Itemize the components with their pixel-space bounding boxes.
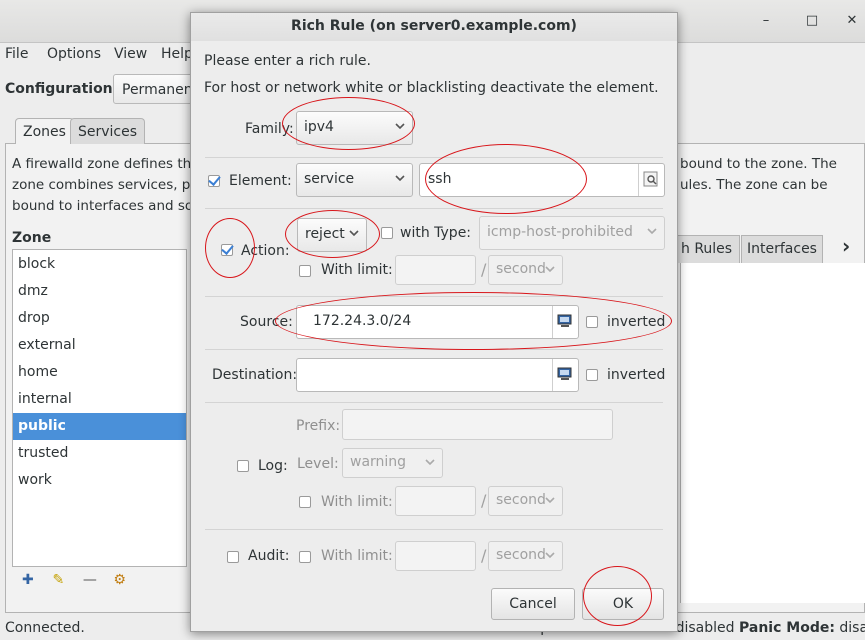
close-icon[interactable]: ✕: [843, 12, 861, 30]
with-type-checkbox[interactable]: [381, 227, 393, 239]
chevron-down-icon: [545, 495, 555, 505]
chevron-down-icon: [395, 173, 405, 183]
load-defaults-icon[interactable]: ⚙: [113, 572, 133, 588]
source-label: Source:: [240, 314, 293, 330]
action-label: Action:: [241, 243, 290, 259]
chevron-down-icon: [395, 121, 405, 131]
add-icon[interactable]: ✚: [22, 572, 42, 588]
audit-limit-checkbox[interactable]: [299, 551, 311, 563]
log-limit-unit-select[interactable]: second: [488, 486, 563, 516]
chevron-down-icon: [545, 264, 555, 274]
separator: [205, 157, 663, 158]
separator: [205, 529, 663, 530]
zone-list[interactable]: block dmz drop external home internal pu…: [12, 249, 187, 567]
zone-item-work[interactable]: work: [13, 467, 186, 494]
element-type-select[interactable]: service: [296, 163, 413, 197]
zone-description-left: A firewalld zone defines the zone combin…: [12, 156, 202, 214]
slash-divider: /: [481, 546, 487, 565]
action-checkbox[interactable]: [221, 244, 233, 256]
audit-limit-entry[interactable]: [395, 541, 476, 571]
tab-services[interactable]: Services: [70, 118, 146, 144]
minimize-icon[interactable]: –: [757, 12, 775, 30]
separator: [205, 402, 663, 403]
audit-checkbox[interactable]: [227, 551, 239, 563]
with-limit-label: With limit:: [321, 262, 393, 278]
element-label: Element:: [229, 173, 292, 189]
element-checkbox[interactable]: [208, 175, 220, 187]
zone-item-public[interactable]: public: [13, 413, 186, 440]
action-limit-checkbox[interactable]: [299, 265, 311, 277]
zone-item-internal[interactable]: internal: [13, 386, 186, 413]
zone-heading: Zone: [12, 230, 52, 246]
log-limit-checkbox[interactable]: [299, 496, 311, 508]
tab-rich-rules[interactable]: h Rules: [675, 235, 740, 263]
log-limit-entry[interactable]: [395, 486, 476, 516]
zone-item-block[interactable]: block: [13, 251, 186, 278]
maximize-icon[interactable]: □: [803, 12, 821, 30]
separator: [205, 296, 663, 297]
status-connected: Connected.: [5, 620, 85, 636]
family-label: Family:: [245, 121, 294, 137]
log-checkbox[interactable]: [237, 460, 249, 472]
action-select[interactable]: reject: [297, 218, 367, 252]
intro-text-1: Please enter a rich rule.: [204, 53, 371, 69]
source-entry[interactable]: 172.24.3.0/24: [296, 305, 579, 339]
with-type-label: with Type:: [400, 225, 472, 241]
with-type-select[interactable]: icmp-host-prohibited: [479, 216, 665, 250]
audit-label: Audit:: [248, 548, 290, 564]
chevron-down-icon: [425, 457, 435, 467]
chevron-down-icon: [647, 226, 657, 236]
log-label: Log:: [258, 458, 288, 474]
menu-file[interactable]: File: [5, 46, 28, 62]
zone-item-home[interactable]: home: [13, 359, 186, 386]
zone-toolbar: ✚ ✎ — ⚙: [22, 572, 139, 588]
destination-label: Destination:: [212, 367, 298, 383]
level-label: Level:: [297, 456, 339, 472]
log-level-select[interactable]: warning: [342, 448, 443, 478]
search-icon[interactable]: [638, 164, 664, 196]
prefix-label: Prefix:: [296, 418, 341, 434]
destination-entry[interactable]: [296, 358, 579, 392]
cancel-button[interactable]: Cancel: [491, 588, 575, 620]
tab-zones[interactable]: Zones: [15, 118, 74, 144]
destination-inverted-checkbox[interactable]: [586, 369, 598, 381]
zone-item-dmz[interactable]: dmz: [13, 278, 186, 305]
separator: [205, 349, 663, 350]
log-with-limit-label: With limit:: [321, 494, 393, 510]
intro-text-2: For host or network white or blacklistin…: [204, 80, 659, 96]
rich-rule-dialog: Rich Rule (on server0.example.com) Pleas…: [190, 12, 678, 632]
edit-icon[interactable]: ✎: [52, 572, 72, 588]
slash-divider: /: [481, 260, 487, 279]
remove-icon[interactable]: —: [83, 572, 103, 588]
configuration-label: Configuration:: [5, 81, 119, 97]
zone-item-external[interactable]: external: [13, 332, 186, 359]
rich-rules-pane: [680, 263, 865, 603]
address-picker-icon[interactable]: [552, 306, 578, 338]
tab-scroll-right-icon[interactable]: ›: [842, 234, 850, 258]
address-picker-icon[interactable]: [552, 359, 578, 391]
source-inverted-label: inverted: [607, 314, 666, 330]
prefix-entry[interactable]: [342, 409, 613, 440]
action-limit-unit-select[interactable]: second: [488, 255, 563, 285]
chevron-down-icon: [349, 228, 359, 238]
menu-options[interactable]: Options: [47, 46, 101, 62]
menu-help[interactable]: Help: [161, 46, 193, 62]
ok-button[interactable]: OK: [582, 588, 664, 620]
dialog-title: Rich Rule (on server0.example.com): [191, 13, 677, 41]
action-limit-entry[interactable]: [395, 255, 476, 285]
separator: [205, 208, 663, 209]
destination-inverted-label: inverted: [607, 367, 666, 383]
audit-with-limit-label: With limit:: [321, 548, 393, 564]
source-inverted-checkbox[interactable]: [586, 316, 598, 328]
zone-description-right: bound to the zone. The ules. The zone ca…: [680, 156, 837, 193]
zone-item-trusted[interactable]: trusted: [13, 440, 186, 467]
chevron-down-icon: [545, 550, 555, 560]
slash-divider: /: [481, 491, 487, 510]
tab-interfaces[interactable]: Interfaces: [741, 235, 823, 263]
element-value-entry[interactable]: ssh: [419, 163, 665, 197]
audit-limit-unit-select[interactable]: second: [488, 541, 563, 571]
zone-item-drop[interactable]: drop: [13, 305, 186, 332]
family-select[interactable]: ipv4: [296, 111, 413, 145]
menu-view[interactable]: View: [114, 46, 147, 62]
